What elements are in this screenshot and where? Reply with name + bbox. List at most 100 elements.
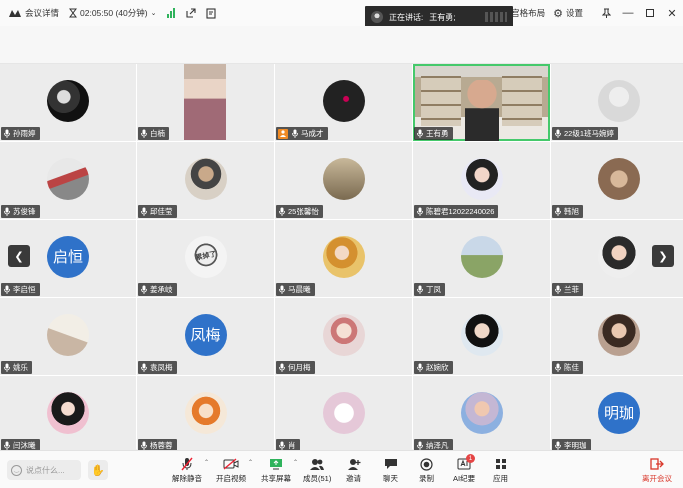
timer-button[interactable]: 02:05:50 (40分钟) ⌄ xyxy=(69,7,156,19)
participant-tile[interactable]: 王有勇 xyxy=(413,64,550,141)
audio-level-icon xyxy=(485,12,507,22)
mic-muted-icon xyxy=(3,285,10,294)
participant-avatar xyxy=(47,157,89,200)
mic-muted-icon xyxy=(416,207,423,216)
chat-input[interactable]: ‿ 说点什么... xyxy=(7,460,81,480)
participant-tile[interactable]: 白楠 xyxy=(137,64,274,141)
participant-tile[interactable]: 纳泽凡 xyxy=(413,376,550,453)
participant-avatar xyxy=(322,235,365,278)
speaking-indicator: 正在讲话: 王有勇; xyxy=(365,6,513,28)
apps-button[interactable]: 应用 xyxy=(493,457,508,484)
participant-tile[interactable]: 马成才 xyxy=(275,64,412,141)
participant-tile[interactable]: 韩旭 xyxy=(551,142,683,219)
window-controls: 宫格布局 ⚙ 设置 — ✕ xyxy=(511,0,683,26)
unmute-button[interactable]: 解除静音 ⌃ xyxy=(172,457,209,484)
participant-tile[interactable]: 孙雨婷 xyxy=(0,64,136,141)
mic-muted-icon xyxy=(416,129,423,138)
mic-muted-icon xyxy=(3,363,10,372)
title-bar: 会议详情 02:05:50 (40分钟) ⌄ 宫格布局 ⚙ 设置 — ✕ xyxy=(0,0,683,26)
minimize-button[interactable]: — xyxy=(617,0,639,26)
participant-tile[interactable]: 凤梅 袁凤梅 xyxy=(137,298,274,375)
participant-name-bar: 袁凤梅 xyxy=(138,361,177,374)
mic-muted-icon xyxy=(278,363,285,372)
participant-name: 何月梅 xyxy=(288,363,311,372)
participant-tile[interactable]: 苏俊锋 xyxy=(0,142,136,219)
mic-muted-icon xyxy=(140,441,147,450)
signal-icon[interactable] xyxy=(166,8,176,18)
participant-tile[interactable]: 赵婉欣 xyxy=(413,298,550,375)
participant-name-bar: 马晨曦 xyxy=(276,283,315,296)
close-button[interactable]: ✕ xyxy=(661,0,683,26)
invite-button[interactable]: 邀请 xyxy=(346,457,361,484)
participant-tile[interactable]: 姚乐 xyxy=(0,298,136,375)
chevron-up-icon[interactable]: ⌃ xyxy=(293,459,298,466)
chat-label: 聊天 xyxy=(383,474,398,483)
maximize-button[interactable] xyxy=(639,0,661,26)
emoji-icon[interactable]: ‿ xyxy=(11,464,22,476)
start-video-button[interactable]: 开启视频 ⌃ xyxy=(216,457,253,484)
participant-avatar xyxy=(322,391,365,434)
mic-muted-icon xyxy=(554,363,561,372)
participant-name-bar: 苏俊锋 xyxy=(1,205,40,218)
ai-notes-button[interactable]: 1 AI纪要 xyxy=(453,454,476,484)
participant-name: 马成才 xyxy=(301,129,324,138)
notes-icon[interactable] xyxy=(206,7,217,19)
chat-icon xyxy=(384,457,398,471)
meeting-toolbar: ‿ 说点什么... ✋ 解除静音 ⌃ 开启视频 ⌃ 共享屏幕 ⌃ 成员(51) xyxy=(0,450,683,488)
ai-notes-badge: 1 xyxy=(466,454,476,463)
mic-muted-icon xyxy=(140,285,147,294)
participant-tile[interactable]: 闫沐曦 xyxy=(0,376,136,453)
participant-avatar: 累掉了 xyxy=(184,235,227,278)
speaking-name: 王有勇; xyxy=(429,12,456,22)
participant-name-bar: 白楠 xyxy=(138,127,169,140)
next-page-button[interactable]: ❯ xyxy=(652,245,674,267)
participant-name: 白楠 xyxy=(150,129,165,138)
chevron-up-icon[interactable]: ⌃ xyxy=(248,459,253,466)
participant-name: 姚乐 xyxy=(13,363,28,372)
participant-tile[interactable]: 马晨曦 xyxy=(275,220,412,297)
raise-hand-button[interactable]: ✋ xyxy=(88,460,108,480)
participant-name: 邱佳莹 xyxy=(150,207,173,216)
record-button[interactable]: 录制 xyxy=(419,457,434,484)
participant-tile[interactable]: 丁凤 xyxy=(413,220,550,297)
prev-page-button[interactable]: ❮ xyxy=(8,245,30,267)
participant-tile[interactable]: 陈佳 xyxy=(551,298,683,375)
settings-button[interactable]: ⚙ 设置 xyxy=(553,7,583,20)
participant-name-bar: 韩旭 xyxy=(552,205,583,218)
participant-tile[interactable]: 邱佳莹 xyxy=(137,142,274,219)
participant-avatar xyxy=(184,391,227,434)
leave-meeting-button[interactable]: 离开会议 xyxy=(642,457,672,484)
participant-tile[interactable]: 明珈 李明珈 xyxy=(551,376,683,453)
chat-button[interactable]: 聊天 xyxy=(383,457,398,484)
participant-tile[interactable]: 肖 xyxy=(275,376,412,453)
meeting-info-label: 会议详情 xyxy=(25,8,60,18)
meeting-info-button[interactable]: 会议详情 xyxy=(8,7,59,19)
chevron-up-icon[interactable]: ⌃ xyxy=(204,459,209,466)
chevron-down-icon: ⌄ xyxy=(150,10,157,17)
participant-tile[interactable]: 25张馨怡 xyxy=(275,142,412,219)
participant-name: 韩旭 xyxy=(564,207,579,216)
participant-name-bar: 马成才 xyxy=(276,127,328,140)
speaking-label: 正在讲话: xyxy=(389,12,424,22)
participant-name: 苏俊锋 xyxy=(13,207,36,216)
members-button[interactable]: 成员(51) xyxy=(303,457,331,484)
participant-name: 李启恒 xyxy=(13,285,36,294)
participant-tile[interactable]: 杨蓉蓉 xyxy=(137,376,274,453)
participant-avatar xyxy=(460,157,503,200)
layout-button[interactable]: 宫格布局 xyxy=(511,7,545,19)
participant-tile[interactable]: 累掉了 姜承岐 xyxy=(137,220,274,297)
chat-placeholder: 说点什么... xyxy=(26,465,65,475)
avatar-stamp-text: 累掉了 xyxy=(194,250,217,262)
participant-avatar xyxy=(598,157,640,200)
participant-tile[interactable]: 何月梅 xyxy=(275,298,412,375)
popout-icon[interactable] xyxy=(186,8,197,18)
pin-icon[interactable] xyxy=(595,0,617,26)
participant-tile[interactable]: 22级1班马婉婷 xyxy=(551,64,683,141)
share-screen-button[interactable]: 共享屏幕 ⌃ xyxy=(261,457,298,484)
invite-label: 邀请 xyxy=(346,474,361,483)
mic-muted-icon xyxy=(140,129,147,138)
members-label: 成员(51) xyxy=(303,474,332,483)
apps-label: 应用 xyxy=(493,474,508,483)
participant-name-bar: 陈碧君12022240026 xyxy=(414,205,499,218)
participant-tile[interactable]: 陈碧君12022240026 xyxy=(413,142,550,219)
